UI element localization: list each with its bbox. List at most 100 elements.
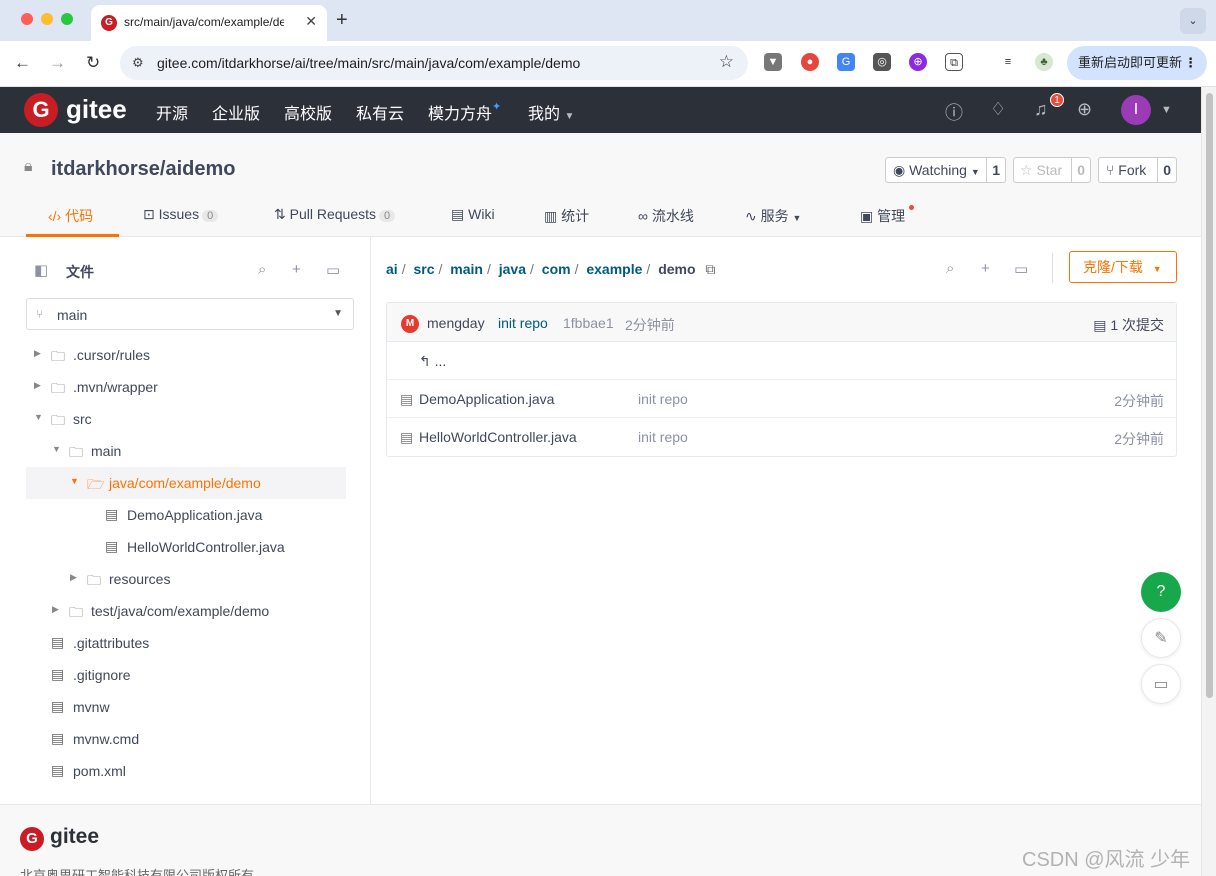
add-icon[interactable]: + xyxy=(292,261,301,278)
branch-select[interactable]: ⑂ main ▼ xyxy=(26,298,354,330)
tree-item-selected[interactable]: ▼ 🗁︎ java/com/example/demo xyxy=(26,467,346,499)
sidebar-toggle-icon[interactable]: ◧ xyxy=(34,261,48,279)
breadcrumb-item[interactable]: ai xyxy=(386,261,398,277)
user-avatar[interactable]: I xyxy=(1121,95,1151,125)
commit-author-avatar[interactable]: M xyxy=(401,315,419,333)
copy-icon[interactable]: ⧉ xyxy=(705,261,715,277)
caret-down-icon[interactable]: ▼ xyxy=(34,412,43,422)
gitee-logo-icon[interactable]: G xyxy=(20,827,44,851)
feedback-edit-icon[interactable]: ✎ xyxy=(1141,618,1181,658)
bookmark-star-icon[interactable]: ☆ xyxy=(719,52,734,72)
parent-dir-row[interactable]: ↰ ... xyxy=(387,342,1176,380)
help-icon[interactable]: ⓘ xyxy=(945,99,963,125)
breadcrumb-item[interactable]: example xyxy=(586,261,642,277)
forward-arrow-icon[interactable]: → xyxy=(49,53,66,73)
reload-icon[interactable]: ↻ xyxy=(86,53,100,73)
breadcrumb-item[interactable]: main xyxy=(450,261,483,277)
monitor-icon[interactable]: ▭ xyxy=(1014,260,1028,278)
breadcrumb-item[interactable]: java xyxy=(499,261,526,277)
tab-services[interactable]: ∿ 服务 ▼ xyxy=(745,206,801,226)
tab-pull-requests[interactable]: ⇅ Pull Requests 0 xyxy=(274,206,396,223)
tree-item[interactable]: ▶ 🗀︎ .mvn/wrapper xyxy=(26,371,346,403)
tree-item[interactable]: ▤ mvnw.cmd xyxy=(26,723,346,755)
add-icon[interactable]: + xyxy=(981,260,990,277)
tree-item[interactable]: ▤ .gitignore xyxy=(26,659,346,691)
avatar-chevron-down-icon[interactable]: ▼ xyxy=(1161,104,1172,116)
scrollbar-thumb[interactable] xyxy=(1206,93,1213,698)
extension-chrome-icon[interactable]: ● xyxy=(801,53,819,71)
relaunch-update-button[interactable]: 重新启动即可更新 ⋮ xyxy=(1067,46,1207,80)
caret-right-icon[interactable]: ▶ xyxy=(34,348,41,359)
footer-brand[interactable]: gitee xyxy=(50,825,99,849)
commit-author[interactable]: mengday xyxy=(427,315,485,331)
nav-education[interactable]: 高校版 xyxy=(284,100,332,124)
extension-v-icon[interactable]: ▼ xyxy=(764,53,782,71)
tree-item[interactable]: ▶ 🗀︎ .cursor/rules xyxy=(26,339,346,371)
extension-globe-icon[interactable]: ⊕ xyxy=(909,53,927,71)
commit-hash[interactable]: 1fbbae1 xyxy=(563,315,614,331)
breadcrumb-item[interactable]: src xyxy=(413,261,434,277)
tab-manage[interactable]: ▣ 管理 xyxy=(860,206,905,226)
extension-translate-icon[interactable]: G xyxy=(837,53,855,71)
repo-name[interactable]: itdarkhorse/aidemo xyxy=(51,158,236,181)
tab-list-chevron-icon[interactable]: ⌄ xyxy=(1180,8,1206,34)
caret-down-icon[interactable]: ▼ xyxy=(70,476,79,486)
tree-item[interactable]: ▶ 🗀︎ resources xyxy=(26,563,346,595)
maximize-window-button[interactable] xyxy=(61,13,73,25)
watching-button[interactable]: ◉ Watching ▼ 1 xyxy=(885,157,1006,183)
address-bar[interactable]: ⚙ gitee.com/itdarkhorse/ai/tree/main/src… xyxy=(120,46,748,80)
commit-count[interactable]: ▤ 1 次提交 xyxy=(1093,315,1164,335)
star-button[interactable]: ☆ Star 0 xyxy=(1013,157,1091,183)
back-arrow-icon[interactable]: ← xyxy=(14,53,31,73)
parent-dir-link[interactable]: ↰ ... xyxy=(419,353,446,370)
gitee-logo-icon[interactable]: G xyxy=(24,93,58,127)
file-row[interactable]: ▤ HelloWorldController.java init repo 2分… xyxy=(387,418,1176,456)
extension-capture-icon[interactable]: ◎ xyxy=(873,53,891,71)
site-settings-icon[interactable]: ⚙ xyxy=(132,55,144,71)
add-circle-icon[interactable]: ⊕ xyxy=(1077,99,1092,120)
tree-item[interactable]: ▼ 🗀︎ src xyxy=(26,403,346,435)
tree-item[interactable]: ▤ DemoApplication.java xyxy=(26,499,346,531)
clone-download-button[interactable]: 克隆/下载 ▼ xyxy=(1069,251,1177,283)
search-icon[interactable]: ⌕ xyxy=(258,261,266,278)
close-window-button[interactable] xyxy=(21,13,33,25)
file-name[interactable]: HelloWorldController.java xyxy=(419,429,577,445)
tree-item[interactable]: ▤ pom.xml xyxy=(26,755,346,787)
browser-tab[interactable]: G src/main/java/com/example/demo ✕ xyxy=(91,5,327,41)
help-fab-button[interactable]: ? xyxy=(1141,572,1181,612)
page-scrollbar[interactable] xyxy=(1201,87,1216,876)
new-tab-icon[interactable]: + xyxy=(336,9,348,32)
tree-item[interactable]: ▼ 🗀︎ main xyxy=(26,435,346,467)
minimize-window-button[interactable] xyxy=(41,13,53,25)
file-commit-message[interactable]: init repo xyxy=(638,391,688,407)
nav-enterprise[interactable]: 企业版 xyxy=(212,100,260,124)
lightbulb-icon[interactable]: ♢ xyxy=(990,99,1006,120)
tab-code[interactable]: ‹/› 代码 xyxy=(48,206,93,226)
tab-issues[interactable]: ⊡ Issues 0 xyxy=(143,206,219,223)
caret-right-icon[interactable]: ▶ xyxy=(34,380,41,391)
chat-icon[interactable]: ▭ xyxy=(1141,664,1181,704)
nav-private-cloud[interactable]: 私有云 xyxy=(356,100,404,124)
more-menu-icon[interactable]: ⋮ xyxy=(1184,46,1197,80)
tree-item[interactable]: ▤ .gitattributes xyxy=(26,627,346,659)
file-row[interactable]: ▤ DemoApplication.java init repo 2分钟前 xyxy=(387,380,1176,418)
bell-icon[interactable]: ♫ xyxy=(1034,99,1048,120)
tree-item[interactable]: ▶ 🗀︎ test/java/com/example/demo xyxy=(26,595,346,627)
file-name[interactable]: DemoApplication.java xyxy=(419,391,554,407)
caret-right-icon[interactable]: ▶ xyxy=(52,604,59,615)
nav-open-source[interactable]: 开源 xyxy=(156,100,188,124)
caret-right-icon[interactable]: ▶ xyxy=(70,572,77,583)
monitor-icon[interactable]: ▭ xyxy=(326,261,340,279)
tab-pipeline[interactable]: ∞ 流水线 xyxy=(638,206,694,226)
tree-item[interactable]: ▤ mvnw xyxy=(26,691,346,723)
tab-stats[interactable]: ▥ 统计 xyxy=(544,206,589,226)
nav-moli[interactable]: 模力方舟✦ xyxy=(428,100,501,124)
file-commit-message[interactable]: init repo xyxy=(638,429,688,445)
extensions-puzzle-icon[interactable]: ⧉ xyxy=(945,53,963,71)
close-tab-icon[interactable]: ✕ xyxy=(305,13,317,30)
tree-item[interactable]: ▤ HelloWorldController.java xyxy=(26,531,346,563)
breadcrumb-item[interactable]: com xyxy=(542,261,571,277)
caret-down-icon[interactable]: ▼ xyxy=(52,444,61,454)
profile-avatar-icon[interactable]: ♣ xyxy=(1035,53,1053,71)
search-icon[interactable]: ⌕ xyxy=(946,260,954,277)
